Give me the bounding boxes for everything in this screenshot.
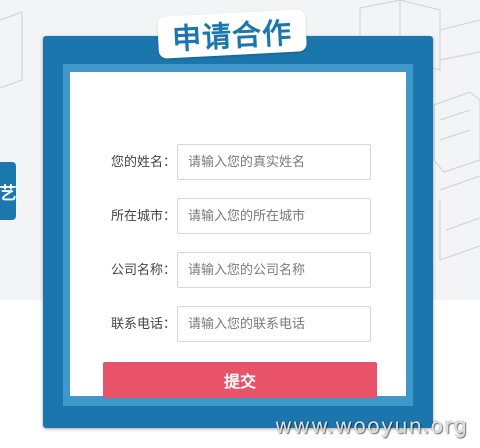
company-input[interactable] bbox=[177, 252, 371, 288]
name-label: 您的姓名： bbox=[110, 155, 176, 170]
city-input[interactable] bbox=[177, 198, 371, 234]
apply-panel: 您的姓名： 所在城市： 公司名称： 联系电话： 提交 bbox=[43, 36, 433, 428]
form-row-city: 所在城市： bbox=[70, 198, 406, 236]
form-row-phone: 联系电话： bbox=[70, 306, 406, 344]
form-card: 您的姓名： 所在城市： 公司名称： 联系电话： 提交 bbox=[70, 72, 406, 398]
phone-input[interactable] bbox=[177, 306, 371, 342]
phone-label: 联系电话： bbox=[110, 317, 176, 332]
form-row-name: 您的姓名： bbox=[70, 144, 406, 182]
submit-button[interactable]: 提交 bbox=[103, 362, 377, 398]
panel-inner-frame: 您的姓名： 所在城市： 公司名称： 联系电话： 提交 bbox=[63, 64, 413, 406]
side-tab[interactable]: 艺 bbox=[0, 162, 17, 220]
form-row-company: 公司名称： bbox=[70, 252, 406, 290]
name-input[interactable] bbox=[177, 144, 371, 180]
watermark: www.wooyun.org bbox=[274, 414, 468, 438]
page-title: 申请合作 bbox=[171, 15, 293, 57]
side-tab-label: 艺 bbox=[0, 183, 17, 204]
city-label: 所在城市： bbox=[110, 209, 176, 224]
company-label: 公司名称： bbox=[110, 263, 176, 278]
